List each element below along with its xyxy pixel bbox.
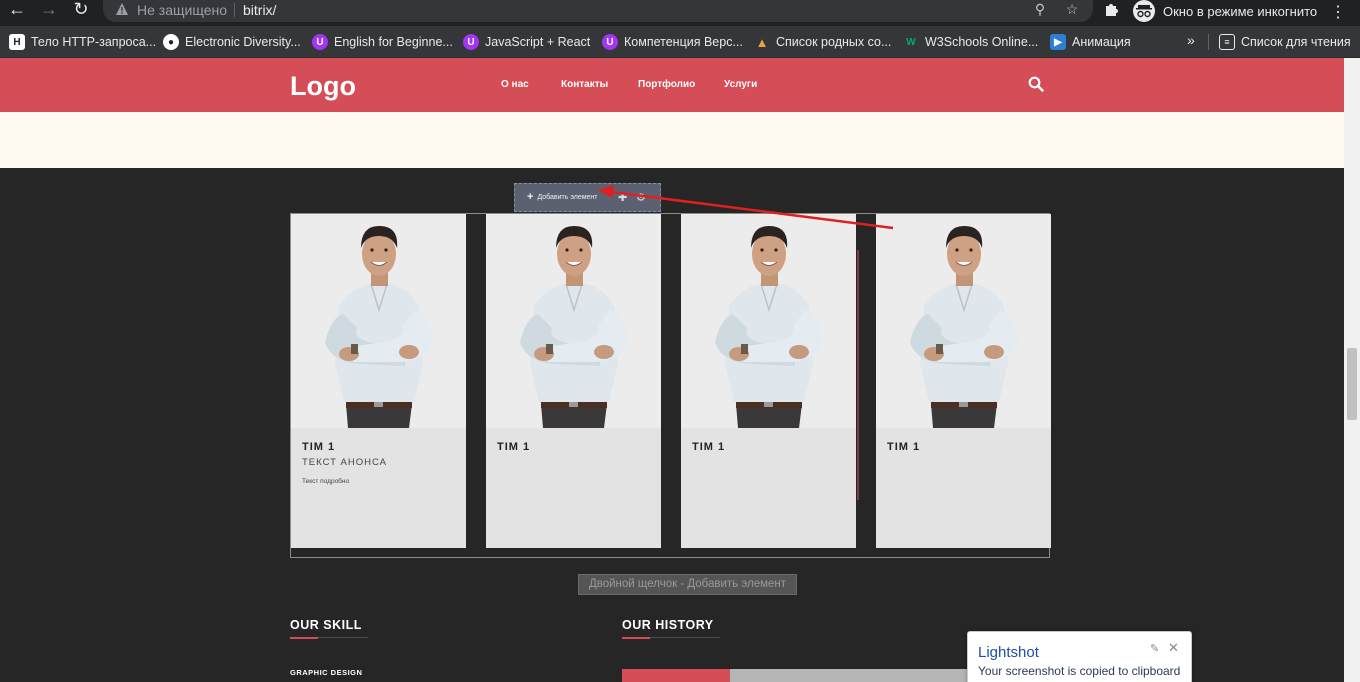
card-text: Текст подробно bbox=[302, 478, 350, 485]
reading-list-label: Список для чтения bbox=[1241, 35, 1351, 49]
forward-icon[interactable]: → bbox=[37, 0, 61, 20]
person-photo bbox=[876, 214, 1051, 429]
card-title: TIM 1 bbox=[302, 441, 336, 453]
bookmarks-divider bbox=[1208, 34, 1209, 50]
skill-item-label: GRAPHIC DESIGN bbox=[290, 668, 363, 677]
history-progress-fill bbox=[622, 669, 730, 682]
reload-icon[interactable]: ↻ bbox=[69, 0, 93, 20]
play-icon: ▶ bbox=[1050, 34, 1066, 50]
lightshot-message: Your screenshot is copied to clipboard bbox=[978, 664, 1181, 678]
editor-toolbar: + Добавить элемент ✚ ⚙ bbox=[514, 183, 661, 212]
search-icon[interactable] bbox=[1028, 76, 1044, 92]
w3schools-icon: W bbox=[906, 36, 916, 48]
resize-handle[interactable] bbox=[857, 250, 859, 500]
lightshot-title: Lightshot bbox=[978, 644, 1039, 661]
add-element-button[interactable]: + Добавить элемент bbox=[527, 191, 598, 203]
udemy-icon: U bbox=[602, 34, 618, 50]
nav-contacts[interactable]: Контакты bbox=[561, 79, 608, 90]
flame-icon: ▲ bbox=[755, 34, 769, 50]
browser-toolbar: ← → ↻ Не защищено bitrix/ ⚲ ☆ Окно в реж… bbox=[0, 0, 1360, 26]
incognito-icon bbox=[1133, 0, 1155, 22]
history-progress-bar bbox=[622, 669, 982, 682]
bookmark-item[interactable]: U JavaScript + React bbox=[463, 32, 590, 52]
lightshot-notification[interactable]: Lightshot Your screenshot is copied to c… bbox=[967, 631, 1192, 682]
globe-icon: ● bbox=[163, 34, 179, 50]
plus-icon: + bbox=[527, 191, 534, 203]
document-icon: H bbox=[9, 34, 25, 50]
card-title: TIM 1 bbox=[497, 441, 531, 453]
bookmark-label: Список родных со... bbox=[776, 35, 892, 49]
bookmark-label: Анимация bbox=[1072, 35, 1131, 49]
card-title: TIM 1 bbox=[692, 441, 726, 453]
skill-heading-accent bbox=[290, 637, 318, 639]
close-icon[interactable]: ✕ bbox=[1168, 640, 1179, 656]
team-card[interactable]: TIM 1 bbox=[681, 214, 856, 548]
card-title: TIM 1 bbox=[887, 441, 921, 453]
udemy-icon: U bbox=[312, 34, 328, 50]
reading-list-button[interactable]: ≡ Список для чтения bbox=[1219, 32, 1351, 52]
back-icon[interactable]: ← bbox=[5, 0, 29, 20]
nav-about[interactable]: О нас bbox=[501, 79, 529, 90]
bookmark-label: English for Beginne... bbox=[334, 35, 453, 49]
page-scrollbar[interactable] bbox=[1344, 58, 1360, 682]
zoom-icon[interactable]: ⚲ bbox=[1032, 1, 1048, 17]
bookmark-label: JavaScript + React bbox=[485, 35, 591, 49]
person-photo bbox=[486, 214, 661, 429]
cards-list: TIM 1 ТЕКСТ АНОНСА Текст подробно TIM 1 … bbox=[290, 213, 1051, 558]
omnibox-separator bbox=[234, 3, 235, 17]
bookmark-item[interactable]: ● Electronic Diversity... bbox=[163, 32, 301, 52]
warning-icon[interactable] bbox=[115, 2, 129, 16]
incognito-indicator[interactable]: Окно в режиме инкогнито bbox=[1133, 0, 1317, 22]
more-bookmarks-button[interactable]: » bbox=[1187, 32, 1195, 48]
site-header: Logo О нас Контакты Портфолио Услуги bbox=[0, 58, 1344, 112]
extensions-icon[interactable] bbox=[1103, 0, 1121, 18]
pin-icon[interactable]: ✎ bbox=[1150, 642, 1159, 655]
nav-services[interactable]: Услуги bbox=[724, 79, 757, 90]
skill-heading: OUR SKILL bbox=[290, 618, 362, 632]
bookmark-item[interactable]: U Компетенция Верс... bbox=[602, 32, 743, 52]
bookmarks-bar: H Тело HTTP-запроса... ● Electronic Dive… bbox=[0, 26, 1360, 58]
bookmark-label: Компетенция Верс... bbox=[624, 35, 743, 49]
bookmark-item[interactable]: U English for Beginne... bbox=[312, 32, 453, 52]
nav-portfolio[interactable]: Портфолио bbox=[638, 79, 695, 90]
udemy-icon: U bbox=[463, 34, 479, 50]
reading-list-icon: ≡ bbox=[1219, 34, 1235, 50]
settings-icon[interactable]: ⚙ bbox=[636, 191, 646, 204]
team-card[interactable]: TIM 1 ТЕКСТ АНОНСА Текст подробно bbox=[291, 214, 466, 548]
url-text[interactable]: bitrix/ bbox=[243, 2, 276, 18]
scrollbar-thumb[interactable] bbox=[1347, 348, 1357, 420]
add-element-label: Добавить элемент bbox=[537, 193, 598, 201]
double-click-hint[interactable]: Двойной щелчок - Добавить элемент bbox=[578, 574, 797, 595]
bookmark-item[interactable]: ▶ Анимация bbox=[1050, 32, 1131, 52]
team-card[interactable]: TIM 1 bbox=[876, 214, 1051, 548]
page-viewport: Logo О нас Контакты Портфолио Услуги + Д… bbox=[0, 58, 1344, 682]
bookmark-label: W3Schools Online... bbox=[925, 35, 1039, 49]
address-bar[interactable]: Не защищено bitrix/ ⚲ ☆ bbox=[103, 0, 1093, 22]
bookmark-label: Тело HTTP-запроса... bbox=[31, 35, 157, 49]
team-card[interactable]: TIM 1 bbox=[486, 214, 661, 548]
browser-menu-icon[interactable]: ⋮ bbox=[1330, 2, 1346, 22]
bookmark-label: Electronic Diversity... bbox=[185, 35, 301, 49]
history-heading-accent bbox=[622, 637, 650, 639]
bookmark-item[interactable]: ▲ Список родных со... bbox=[754, 32, 892, 52]
bookmark-star-icon[interactable]: ☆ bbox=[1064, 1, 1080, 17]
edit-icon[interactable]: ✚ bbox=[618, 191, 627, 204]
site-logo[interactable]: Logo bbox=[290, 71, 356, 102]
person-photo bbox=[681, 214, 856, 429]
security-label[interactable]: Не защищено bbox=[137, 2, 227, 18]
cream-band bbox=[0, 112, 1344, 168]
bookmark-item[interactable]: H Тело HTTP-запроса... bbox=[9, 32, 156, 52]
incognito-label: Окно в режиме инкогнито bbox=[1163, 3, 1318, 19]
person-photo bbox=[291, 214, 466, 429]
bookmark-item[interactable]: W W3Schools Online... bbox=[903, 32, 1038, 52]
history-heading: OUR HISTORY bbox=[622, 618, 714, 632]
card-subtitle: ТЕКСТ АНОНСА bbox=[302, 457, 387, 468]
